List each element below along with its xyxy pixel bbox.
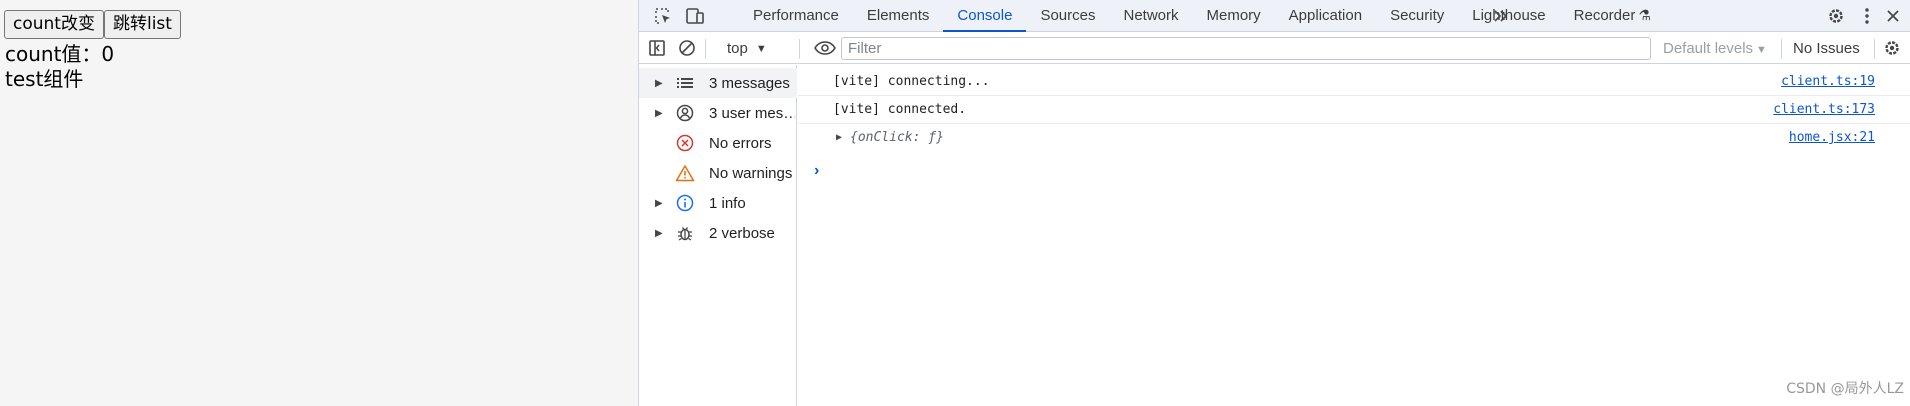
more-vertical-icon[interactable]	[1855, 4, 1879, 28]
tab-network[interactable]: Network	[1109, 0, 1192, 32]
source-link[interactable]: client.ts:173	[1773, 96, 1875, 124]
source-link[interactable]: home.jsx:21	[1789, 124, 1875, 152]
user-icon	[675, 103, 695, 123]
caret-down-icon: ▼	[1756, 44, 1767, 56]
tab-list: Performance Elements Console Sources Net…	[739, 0, 1665, 32]
context-selector[interactable]: top ▼	[727, 38, 767, 60]
gear-icon[interactable]	[1824, 4, 1848, 28]
console-output: [vite] connecting... client.ts:19 [vite]…	[798, 65, 1910, 406]
console-toolbar: top ▼ Default levels▼ No Issues	[639, 33, 1910, 64]
list-icon	[675, 73, 695, 93]
filter-input[interactable]	[841, 37, 1651, 60]
test-component-text: test组件	[5, 67, 84, 91]
tab-recorder-label: Recorder	[1573, 7, 1636, 24]
sidebar-item-errors[interactable]: No errors	[639, 128, 797, 158]
close-icon[interactable]	[1881, 4, 1905, 28]
expand-triangle-icon[interactable]: ▶	[655, 78, 665, 89]
sidebar-item-verbose[interactable]: ▶ 2 verbose	[639, 218, 797, 248]
console-message: [vite] connecting... client.ts:19	[798, 68, 1910, 96]
console-sidebar: ▶ 3 messages ▶ 3 user mes… No errors No …	[639, 65, 797, 406]
sidebar-item-label: 3 user mes…	[709, 104, 795, 122]
error-icon	[675, 133, 695, 153]
device-toolbar-icon[interactable]	[683, 4, 707, 28]
sidebar-item-label: 1 info	[709, 194, 746, 212]
sidebar-item-user-messages[interactable]: ▶ 3 user mes…	[639, 98, 797, 128]
console-settings-gear-icon[interactable]	[1880, 36, 1904, 60]
tab-security[interactable]: Security	[1376, 0, 1458, 32]
inspect-element-icon[interactable]	[651, 4, 675, 28]
sidebar-item-label: 2 verbose	[709, 224, 775, 242]
caret-down-icon: ▼	[755, 43, 767, 55]
expand-triangle-icon[interactable]: ▶	[655, 228, 665, 239]
jump-list-button[interactable]: 跳转list	[103, 10, 181, 39]
source-link[interactable]: client.ts:19	[1781, 68, 1875, 96]
log-levels-dropdown[interactable]: Default levels ▼	[1663, 38, 1767, 61]
app-button-group: count改变 跳转list	[4, 10, 181, 39]
tab-recorder[interactable]: Recorder ⚗	[1560, 0, 1665, 32]
expand-triangle-icon[interactable]: ▶	[836, 124, 842, 152]
tab-sources[interactable]: Sources	[1026, 0, 1109, 32]
clear-console-icon[interactable]	[675, 36, 699, 60]
flask-icon: ⚗	[1638, 7, 1651, 23]
toolbar-divider	[705, 39, 706, 59]
toolbar-divider	[1781, 39, 1782, 59]
sidebar-item-info[interactable]: ▶ 1 info	[639, 188, 797, 218]
console-prompt-icon[interactable]: ›	[814, 162, 819, 180]
app-page: count改变 跳转list count值：0 test组件	[0, 0, 638, 406]
object-preview[interactable]: {onClick: ƒ}	[850, 124, 944, 152]
message-text: [vite] connected.	[833, 102, 967, 117]
sidebar-item-label: No errors	[709, 134, 772, 152]
sidebar-item-label: No warnings	[709, 164, 793, 182]
sidebar-toggle-icon[interactable]	[645, 36, 669, 60]
context-label: top	[727, 40, 748, 57]
tab-performance[interactable]: Performance	[739, 0, 853, 32]
count-value-text: count值：0	[5, 42, 115, 66]
console-message: [vite] connected. client.ts:173	[798, 96, 1910, 124]
tab-application[interactable]: Application	[1275, 0, 1376, 32]
tab-memory[interactable]: Memory	[1193, 0, 1275, 32]
toolbar-divider	[799, 39, 800, 59]
issues-button[interactable]: No Issues	[1793, 38, 1860, 60]
expand-triangle-icon[interactable]: ▶	[655, 108, 665, 119]
devtools-panel: Performance Elements Console Sources Net…	[638, 0, 1910, 406]
count-change-button[interactable]: count改变	[4, 10, 104, 39]
chevron-double-right-icon[interactable]	[1489, 4, 1513, 28]
bug-icon	[675, 223, 695, 243]
log-levels-label: Default levels	[1663, 40, 1754, 57]
devtools-tabbar: Performance Elements Console Sources Net…	[639, 0, 1910, 32]
sidebar-item-label: 3 messages	[709, 74, 790, 92]
tab-elements[interactable]: Elements	[853, 0, 944, 32]
watermark: CSDN @局外人LZ	[1786, 381, 1904, 397]
sidebar-item-messages[interactable]: ▶ 3 messages	[639, 68, 797, 98]
warning-icon	[675, 163, 695, 183]
tab-console[interactable]: Console	[943, 0, 1027, 32]
info-icon	[675, 193, 695, 213]
eye-icon[interactable]	[813, 36, 837, 60]
sidebar-item-warnings[interactable]: No warnings	[639, 158, 797, 188]
toolbar-divider	[1874, 39, 1875, 59]
expand-triangle-icon[interactable]: ▶	[655, 198, 665, 209]
message-text: [vite] connecting...	[833, 74, 990, 89]
console-message[interactable]: ▶ {onClick: ƒ} home.jsx:21	[798, 124, 1910, 152]
